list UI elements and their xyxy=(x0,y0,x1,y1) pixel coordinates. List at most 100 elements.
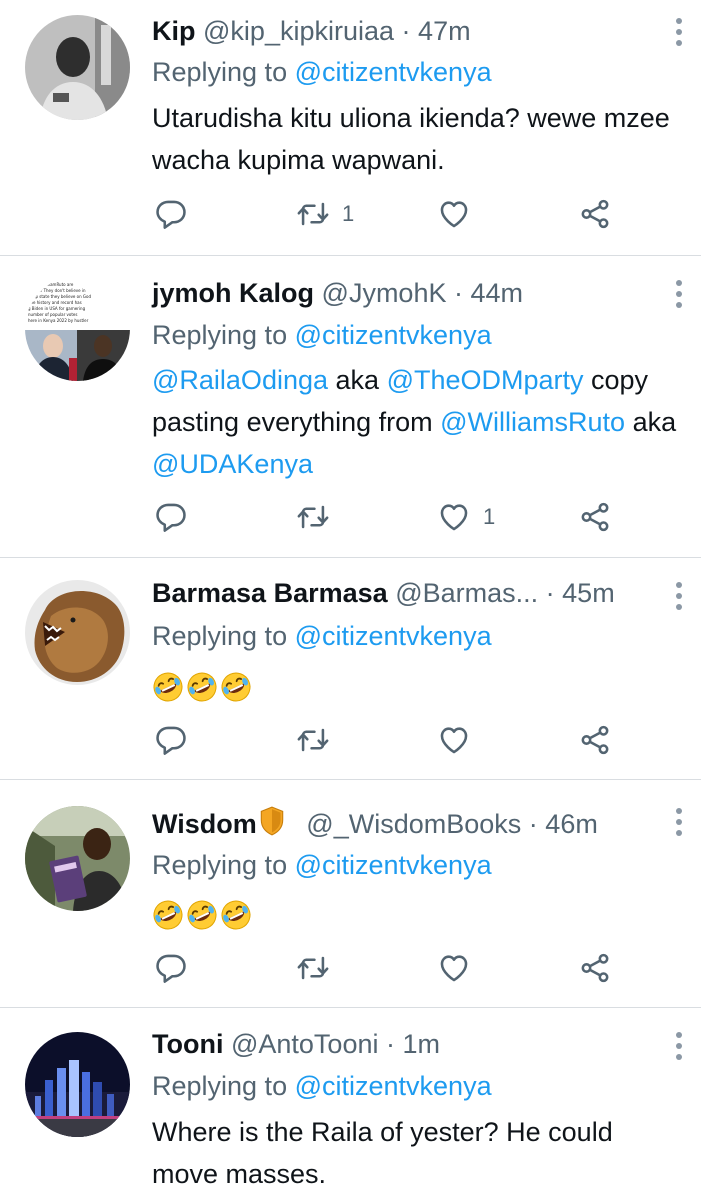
reply-button[interactable] xyxy=(154,497,188,537)
replying-to: Replying to @citizentvkenya xyxy=(152,1069,492,1103)
share-icon xyxy=(578,500,612,534)
separator-dot: · xyxy=(386,1029,395,1059)
mention-link[interactable]: @WilliamsRuto xyxy=(440,407,625,437)
tweet-card[interactable]: Wisdom @_WisdomBooks · 46m Replying to @… xyxy=(0,780,701,1008)
mention-link[interactable]: @citizentvkenya xyxy=(295,621,492,651)
avatar[interactable]: and WilliamRuto are rather They don't be… xyxy=(25,276,130,381)
display-name[interactable]: jymoh Kalog xyxy=(152,278,314,308)
retweet-button[interactable] xyxy=(296,720,342,760)
tweet-text: @RailaOdinga aka @TheODMparty copy pasti… xyxy=(152,359,693,485)
avatar[interactable] xyxy=(25,580,130,685)
replying-to: Replying to @citizentvkenya xyxy=(152,848,492,882)
rolling-on-floor-laughing-emoji xyxy=(152,899,184,931)
user-handle[interactable]: @kip_kipkiruiaa xyxy=(203,16,394,46)
display-name[interactable]: Barmasa Barmasa xyxy=(152,578,388,608)
rolling-on-floor-laughing-emoji xyxy=(186,671,218,703)
like-icon xyxy=(437,500,471,534)
share-button[interactable] xyxy=(578,720,612,760)
more-icon[interactable] xyxy=(675,808,683,841)
replying-to: Replying to @citizentvkenya xyxy=(152,318,492,352)
rolling-on-floor-laughing-emoji xyxy=(220,671,252,703)
reply-button[interactable] xyxy=(154,194,188,234)
more-icon[interactable] xyxy=(675,582,683,615)
svg-text:and WilliamRuto are: and WilliamRuto are xyxy=(33,282,74,287)
replying-to-label: Replying to xyxy=(152,621,295,651)
display-name[interactable]: Tooni xyxy=(152,1029,223,1059)
share-icon xyxy=(578,723,612,757)
reply-icon xyxy=(154,197,188,231)
user-handle[interactable]: @JymohK xyxy=(322,278,447,308)
like-count: 1 xyxy=(483,504,496,529)
svg-text:deep state they believe on God: deep state they believe on God xyxy=(28,294,91,299)
tweet-emojis xyxy=(152,892,681,934)
retweet-button[interactable] xyxy=(296,948,342,988)
replying-to-label: Replying to xyxy=(152,57,295,87)
mention-link[interactable]: @citizentvkenya xyxy=(295,57,492,87)
more-icon[interactable] xyxy=(675,1032,683,1065)
text-fragment: aka xyxy=(625,407,677,437)
like-button[interactable] xyxy=(437,720,483,760)
tweet-text: Where is the Raila of yester? He could m… xyxy=(152,1117,613,1189)
separator-dot: · xyxy=(545,578,555,608)
mention-link[interactable]: @UDAKenya xyxy=(152,449,313,479)
replying-to-label: Replying to xyxy=(152,1071,295,1101)
text-fragment: aka xyxy=(328,365,387,395)
tweet-emojis xyxy=(152,664,681,706)
mention-link[interactable]: @TheODMparty xyxy=(387,365,584,395)
tweet-card[interactable]: Tooni @AntoTooni · 1m Replying to @citiz… xyxy=(0,1008,701,1194)
separator-dot: · xyxy=(454,278,463,308)
retweet-button[interactable] xyxy=(296,497,342,537)
mention-link[interactable]: @citizentvkenya xyxy=(295,850,492,880)
timestamp[interactable]: 46m xyxy=(545,809,598,839)
user-handle[interactable]: @_WisdomBooks xyxy=(306,809,521,839)
tweet-text: Utarudisha kitu uliona ikienda? wewe mze… xyxy=(152,103,670,175)
retweet-icon xyxy=(296,500,330,534)
timestamp[interactable]: 47m xyxy=(418,16,471,46)
user-handle[interactable]: @Barmas... xyxy=(395,576,538,610)
svg-text:number of popular votes: number of popular votes xyxy=(28,312,77,317)
mention-link[interactable]: @RailaOdinga xyxy=(152,365,328,395)
share-button[interactable] xyxy=(578,194,612,234)
like-button[interactable]: 1 xyxy=(437,497,495,537)
like-button[interactable] xyxy=(437,948,483,988)
mention-link[interactable]: @citizentvkenya xyxy=(295,1071,492,1101)
timestamp[interactable]: 44m xyxy=(471,278,524,308)
svg-text:rather They don't believe in: rather They don't believe in xyxy=(30,288,86,293)
shield-icon xyxy=(260,806,284,836)
display-name[interactable]: Kip xyxy=(152,16,196,46)
tweet-card[interactable]: Barmasa Barmasa @Barmas... · 45m Replyin… xyxy=(0,558,701,780)
display-name[interactable]: Wisdom xyxy=(152,809,257,839)
share-button[interactable] xyxy=(578,948,612,988)
timestamp[interactable]: 1m xyxy=(403,1029,441,1059)
replying-to: Replying to @citizentvkenya xyxy=(152,619,492,653)
like-icon xyxy=(437,951,471,985)
svg-text:The history and record has: The history and record has xyxy=(27,300,82,305)
avatar[interactable] xyxy=(25,1032,130,1137)
more-icon[interactable] xyxy=(675,280,683,313)
retweet-button[interactable]: 1 xyxy=(296,194,354,234)
replying-to-label: Replying to xyxy=(152,320,295,350)
tweet-card[interactable]: Kip @kip_kipkiruiaa · 47m Replying to @c… xyxy=(0,0,701,256)
retweet-icon xyxy=(296,723,330,757)
avatar[interactable] xyxy=(25,806,130,911)
svg-text:g Biden in USA for garnering: g Biden in USA for garnering xyxy=(28,306,86,311)
reply-button[interactable] xyxy=(154,720,188,760)
like-button[interactable] xyxy=(437,194,483,234)
like-icon xyxy=(437,723,471,757)
share-icon xyxy=(578,951,612,985)
user-handle[interactable]: @AntoTooni xyxy=(231,1029,379,1059)
share-button[interactable] xyxy=(578,497,612,537)
reply-icon xyxy=(154,723,188,757)
like-icon xyxy=(437,197,471,231)
retweet-icon xyxy=(296,197,330,231)
share-icon xyxy=(578,197,612,231)
timestamp[interactable]: 45m xyxy=(562,578,615,608)
tweet-card[interactable]: and WilliamRuto are rather They don't be… xyxy=(0,256,701,558)
reply-icon xyxy=(154,951,188,985)
replying-to-label: Replying to xyxy=(152,850,295,880)
reply-button[interactable] xyxy=(154,948,188,988)
mention-link[interactable]: @citizentvkenya xyxy=(295,320,492,350)
rolling-on-floor-laughing-emoji xyxy=(152,671,184,703)
more-icon[interactable] xyxy=(675,18,683,51)
avatar[interactable] xyxy=(25,15,130,120)
